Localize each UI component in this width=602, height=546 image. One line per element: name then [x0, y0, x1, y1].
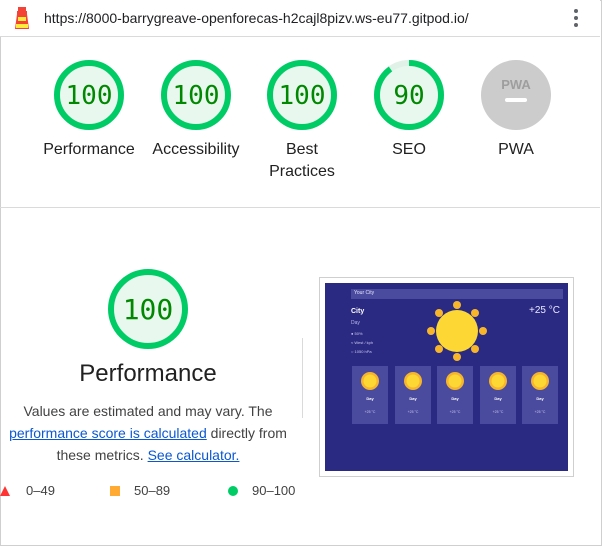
gauge-pwa[interactable]: PWA PWA — [466, 59, 566, 161]
desc-mid-text: directly from — [210, 425, 287, 441]
performance-summary: 100 Performance Values are estimated and… — [0, 230, 296, 466]
thumb-forecast-card: Day +25 °C — [395, 366, 431, 424]
gauge-ring-icon: 100 — [161, 60, 231, 130]
gauge-label: Best Practices — [252, 139, 352, 183]
fail-triangle-icon — [0, 485, 10, 496]
screenshot-content: Your City City Day ● 50% ≈ West / kph ○ … — [325, 283, 568, 471]
gauge-accessibility[interactable]: 100 Accessibility — [146, 59, 246, 161]
gauge-label: Performance — [43, 141, 135, 158]
sun-icon — [404, 372, 422, 390]
pwa-badge-icon: PWA — [481, 60, 551, 130]
gauge-seo[interactable]: 90 SEO — [359, 59, 459, 161]
sun-icon — [446, 372, 464, 390]
thumb-forecast-card: Day +25 °C — [480, 366, 516, 424]
score-gauges: 100 Performance 100 Accessibility 100 Be… — [0, 37, 600, 208]
thumb-forecast-card: Day +25 °C — [437, 366, 473, 424]
legend-pass-label: 90–100 — [252, 483, 296, 498]
svg-text:90: 90 — [393, 81, 424, 111]
gauge-label: Accessibility — [152, 141, 240, 158]
sun-icon — [361, 372, 379, 390]
gauge-best-practices[interactable]: 100 Best Practices — [252, 59, 352, 183]
thumb-forecast-card: Day +25 °C — [352, 366, 388, 424]
legend-average: 50–89 — [110, 483, 170, 498]
legend-fail: 0–49 — [0, 483, 55, 498]
svg-text:100: 100 — [173, 81, 220, 111]
svg-text:100: 100 — [279, 81, 326, 111]
pass-circle-icon — [228, 485, 238, 496]
sun-icon — [427, 301, 487, 361]
thumb-city: City — [351, 308, 365, 315]
sun-icon — [531, 372, 549, 390]
thumb-forecast-card: Day +25 °C — [522, 366, 558, 424]
vertical-divider — [302, 338, 303, 418]
final-screenshot-thumbnail[interactable]: Your City City Day ● 50% ≈ West / kph ○ … — [319, 277, 574, 477]
gauge-label-line2: Practices — [269, 163, 335, 180]
page-url: https://8000-barrygreave-openforecas-h2c… — [44, 10, 469, 26]
gauge-label: SEO — [392, 141, 426, 158]
gauge-ring-icon: 90 — [374, 60, 444, 130]
legend-average-label: 50–89 — [134, 483, 171, 498]
thumb-search-bar: Your City — [351, 289, 563, 299]
performance-title: Performance — [79, 360, 217, 387]
top-bar: https://8000-barrygreave-openforecas-h2c… — [0, 0, 600, 37]
thumb-temp: +25 °C — [529, 305, 560, 316]
desc-line-3: these metrics. See calculator. — [0, 444, 296, 466]
performance-gauge-icon: 100 — [108, 269, 188, 349]
see-calculator-link[interactable]: See calculator. — [148, 447, 240, 463]
legend-pass: 90–100 — [228, 483, 295, 498]
svg-text:PWA: PWA — [501, 77, 531, 92]
gauge-ring-icon: 100 — [267, 60, 337, 130]
svg-text:100: 100 — [66, 81, 113, 111]
performance-description: Values are estimated and may vary. The p… — [0, 400, 296, 466]
thumb-wind: ≈ West / kph — [351, 340, 374, 345]
sun-icon — [489, 372, 507, 390]
gauge-ring-icon: 100 — [54, 60, 124, 130]
svg-text:100: 100 — [123, 293, 174, 326]
thumb-pressure: ○ 1050 hPa — [351, 349, 372, 354]
desc-line-2: performance score is calculated directly… — [0, 422, 296, 444]
lighthouse-logo-icon — [15, 7, 29, 29]
gauge-performance[interactable]: 100 Performance — [39, 59, 139, 161]
gauge-label-line1: Best — [285, 141, 318, 158]
average-square-icon — [110, 485, 120, 496]
legend-fail-label: 0–49 — [26, 483, 55, 498]
desc-line3-text: these metrics. — [56, 447, 144, 463]
performance-score-link[interactable]: performance score is calculated — [9, 425, 207, 441]
thumb-humidity: ● 50% — [351, 331, 363, 336]
desc-line-1: Values are estimated and may vary. The — [23, 403, 273, 419]
thumb-day: Day — [351, 320, 360, 326]
more-options-icon[interactable] — [568, 8, 584, 28]
gauge-label: PWA — [498, 141, 534, 158]
